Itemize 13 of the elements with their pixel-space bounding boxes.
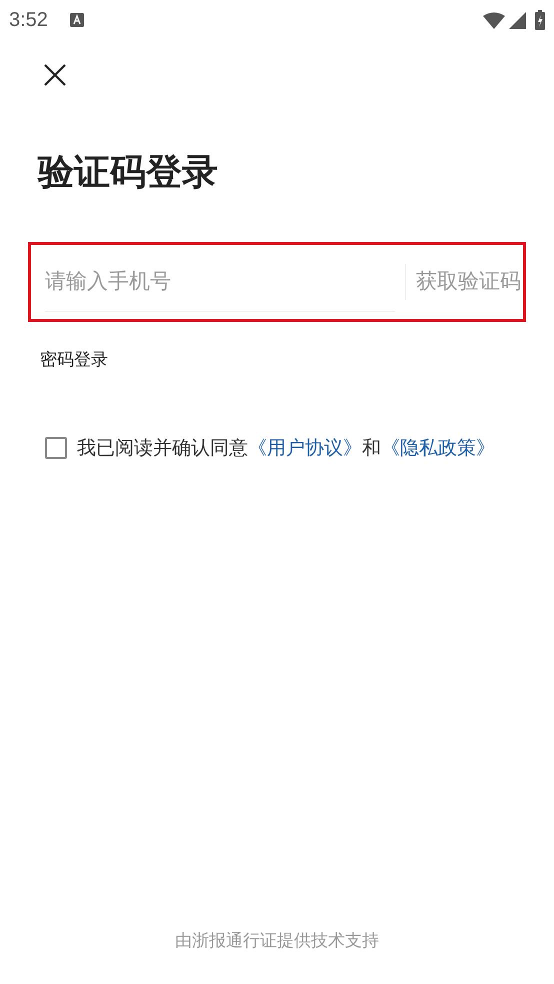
status-time: 3:52 (9, 8, 48, 33)
privacy-policy-link[interactable]: 《隐私政策》 (381, 436, 495, 458)
page-title: 验证码登录 (38, 150, 218, 194)
footer-text: 由浙报通行证提供技术支持 (174, 930, 380, 952)
password-login-link[interactable]: 密码登录 (40, 348, 108, 374)
keyboard-icon (70, 13, 84, 27)
battery-icon (535, 10, 545, 30)
agreement-text: 我已阅读并确认同意《用户协议》和《隐私政策》 (77, 436, 495, 460)
close-icon (43, 63, 67, 87)
agreement-checkbox[interactable] (45, 436, 67, 459)
signal-icon (509, 12, 526, 28)
wifi-icon (483, 12, 505, 28)
user-agreement-link[interactable]: 《用户协议》 (248, 436, 362, 458)
